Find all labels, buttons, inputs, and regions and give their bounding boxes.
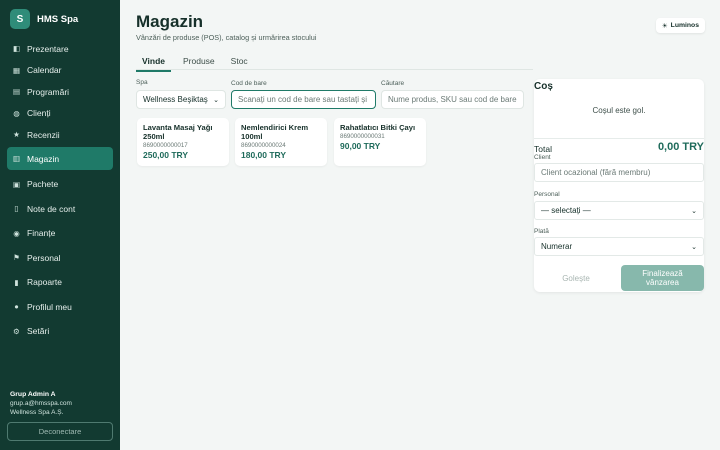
theme-toggle-button[interactable]: ☀ Luminos	[655, 18, 705, 33]
cart-panel: Coș Coșul este gol. Total 0,00 TRY Clien…	[534, 79, 704, 292]
calendar-icon: ▦	[12, 65, 21, 75]
product-code: 8690000000017	[143, 142, 188, 149]
sidebar-item-label: Note de cont	[27, 203, 76, 214]
product-name: Lavanta Masaj Yağı 250ml	[143, 123, 213, 141]
spa-value: Wellness Beşiktaş	[143, 95, 208, 104]
search-placeholder: Nume produs, SKU sau cod de bare...	[388, 95, 517, 104]
sidebar-item-0[interactable]: ◧ Prezentare	[7, 38, 113, 59]
bill-icon: ▯	[14, 204, 19, 213]
product-name: Nemlendirici Krem 100ml	[241, 123, 309, 141]
sidebar-item-label: Magazin	[27, 153, 60, 164]
sidebar-item-5[interactable]: ▥ Magazin	[7, 147, 113, 170]
chart-icon: ▮	[14, 277, 19, 287]
client-placeholder: Client ocazional (fără membru)	[541, 168, 651, 177]
user-email: grup.a@hmsspa.com	[10, 400, 72, 407]
clear-cart-button[interactable]: Golește	[534, 265, 618, 291]
tab-divider	[136, 69, 533, 70]
total-label: Total	[534, 144, 552, 154]
sidebar-item-3[interactable]: ◍ Clienți	[7, 103, 113, 124]
total-value: 0,00 TRY	[657, 141, 704, 153]
sun-icon: ☀	[661, 22, 668, 30]
sidebar: S HMS Spa ◧ Prezentare ▦ Calendar ▤ Programăr…	[0, 0, 120, 450]
barcode-label: Cod de bare	[231, 80, 267, 87]
sidebar-item-8[interactable]: ◉ Finanțe	[7, 221, 113, 245]
sidebar-item-9[interactable]: ⚑ Personal	[7, 246, 113, 270]
page-title: Magazin	[136, 12, 204, 31]
chevron-down-icon: ⌄	[691, 207, 697, 215]
product-code: 8690000000024	[241, 142, 286, 149]
sidebar-item-11[interactable]: ● Profilul meu	[7, 295, 113, 319]
product-code: 8690000000031	[340, 133, 385, 140]
product-price: 250,00 TRY	[143, 150, 189, 160]
cart-divider	[534, 138, 704, 139]
product-card[interactable]: Nemlendirici Krem 100ml 8690000000024 180,…	[235, 118, 327, 166]
sidebar-item-label: Calendar	[27, 65, 62, 75]
user-info: Grup Admin A grup.a@hmsspa.com Wellness …	[10, 390, 72, 417]
gear-icon: ⚙	[13, 326, 20, 336]
sidebar-item-4[interactable]: ★ Recenzii	[7, 124, 113, 145]
sidebar-nav: ◧ Prezentare ▦ Calendar ▤ Programări ◍ Clienți ★…	[0, 38, 120, 343]
user-company: Wellness Spa A.Ș.	[10, 409, 64, 416]
sidebar-item-label: Recenzii	[27, 129, 60, 140]
money-bag-icon: ◉	[13, 228, 20, 238]
appointments-icon: ▤	[12, 87, 21, 96]
barcode-placeholder: Scanați un cod de bare sau tastați și	[238, 95, 367, 104]
dashboard-icon: ◧	[12, 44, 21, 53]
sidebar-item-1[interactable]: ▦ Calendar	[7, 60, 113, 81]
chevron-down-icon: ⌄	[691, 243, 697, 251]
product-card[interactable]: Rahatlatıcı Bitki Çayı 8690000000031 90,00…	[334, 118, 426, 166]
clients-icon: ◍	[13, 108, 20, 118]
package-icon: ▣	[12, 179, 21, 189]
sidebar-item-label: Clienți	[27, 108, 51, 118]
cart-title: Coș	[534, 81, 553, 92]
star-icon: ★	[13, 130, 20, 139]
product-card[interactable]: Lavanta Masaj Yağı 250ml 8690000000017 250…	[137, 118, 229, 166]
client-input[interactable]: Client ocazional (fără membru)	[534, 163, 704, 182]
cart-empty-message: Coșul este gol.	[592, 106, 646, 115]
logout-button[interactable]: Deconectare	[7, 422, 113, 441]
sidebar-item-label: Prezentare	[27, 43, 69, 54]
payment-select[interactable]: Numerar ⌄	[534, 237, 704, 256]
payment-label: Plată	[534, 228, 549, 235]
product-price: 90,00 TRY	[340, 141, 381, 151]
staff-value: — selectați —	[541, 206, 591, 215]
spa-label: Spa	[136, 79, 148, 86]
product-price: 180,00 TRY	[241, 150, 287, 160]
sidebar-item-12[interactable]: ⚙ Setări	[7, 319, 113, 343]
spa-select[interactable]: Wellness Beşiktaş ⌄	[136, 90, 226, 109]
page-subtitle: Vânzări de produse (POS), catalog și urm…	[136, 33, 317, 42]
barcode-input[interactable]: Scanați un cod de bare sau tastați și	[231, 90, 376, 109]
app-root: S HMS Spa ◧ Prezentare ▦ Calendar ▤ Programăr…	[0, 0, 720, 450]
finish-sale-button[interactable]: Finalizează vânzarea	[621, 265, 704, 291]
sidebar-item-label: Rapoarte	[27, 277, 62, 287]
sidebar-item-2[interactable]: ▤ Programări	[7, 81, 113, 102]
sidebar-item-7[interactable]: ▯ Note de cont	[7, 197, 113, 221]
search-input[interactable]: Nume produs, SKU sau cod de bare...	[381, 90, 524, 109]
profile-icon: ●	[14, 302, 19, 311]
user-name: Grup Admin A	[10, 391, 56, 398]
search-label: Căutare	[381, 80, 405, 87]
main-content: Magazin Vânzări de produse (POS), catalo…	[120, 0, 720, 450]
staff-select[interactable]: — selectați — ⌄	[534, 201, 704, 220]
shop-icon: ▥	[12, 154, 21, 163]
product-name: Rahatlatıcı Bitki Çayı	[340, 123, 416, 132]
sidebar-item-10[interactable]: ▮ Rapoarte	[7, 270, 113, 294]
sidebar-item-label: Setări	[27, 326, 50, 336]
theme-label: Luminos	[670, 22, 699, 29]
staff-label: Personal	[534, 191, 560, 198]
sidebar-item-label: Pachete	[27, 179, 59, 189]
sidebar-item-label: Profilul meu	[27, 301, 72, 312]
sidebar-item-6[interactable]: ▣ Pachete	[7, 172, 113, 196]
brand-name: HMS Spa	[37, 13, 79, 25]
sidebar-item-label: Programări	[27, 86, 70, 97]
sidebar-item-label: Personal	[27, 252, 61, 263]
staff-icon: ⚑	[13, 253, 20, 262]
sidebar-item-label: Finanțe	[27, 228, 56, 238]
brand[interactable]: S HMS Spa	[0, 0, 120, 38]
payment-value: Numerar	[541, 242, 573, 251]
chevron-down-icon: ⌄	[213, 96, 219, 104]
client-label: Client	[534, 154, 551, 161]
brand-logo: S	[10, 9, 30, 29]
